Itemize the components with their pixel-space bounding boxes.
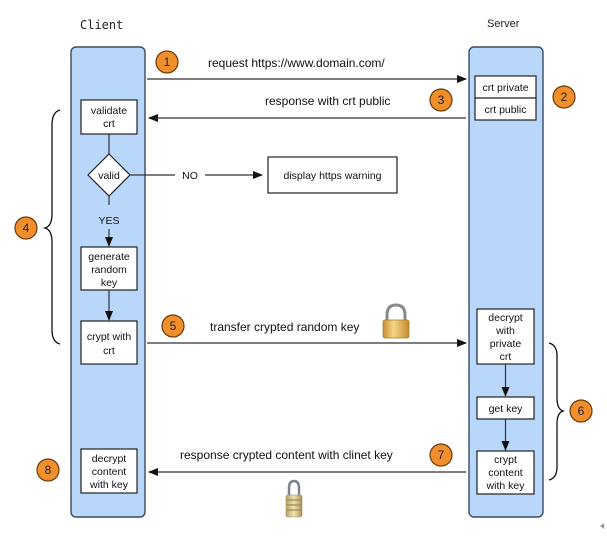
step-6-brace	[548, 342, 566, 481]
yes-label: YES	[98, 215, 119, 227]
svg-text:6: 6	[578, 404, 585, 418]
crt-private-label: crt private	[482, 82, 528, 94]
badge-7: 7	[429, 443, 453, 467]
message-response-crt: response with crt public	[265, 94, 390, 108]
decrypt-content-line3: with key	[89, 479, 129, 491]
https-handshake-diagram: Client Server 1 request https://www.doma…	[14, 18, 604, 529]
step-4-brace	[42, 109, 61, 345]
decrypt-content-line2: content	[92, 466, 127, 478]
combination-lock-icon	[285, 479, 303, 518]
generate-line3: key	[101, 277, 118, 289]
generate-line2: random	[91, 264, 127, 276]
padlock-icon	[382, 303, 410, 339]
svg-text:1: 1	[164, 55, 171, 69]
validate-crt-line1: validate	[91, 105, 127, 117]
svg-text:8: 8	[45, 463, 52, 477]
svg-text:2: 2	[561, 90, 568, 104]
badge-3: 3	[429, 88, 453, 112]
decrypt-private-line3: private	[490, 338, 522, 350]
decrypt-private-line2: with	[495, 325, 515, 337]
badge-4: 4	[14, 216, 38, 240]
svg-text:7: 7	[438, 448, 445, 462]
crypt-content-line2: content	[488, 467, 523, 479]
svg-text:4: 4	[23, 221, 30, 235]
badge-6: 6	[569, 399, 593, 423]
crypt-with-crt-line2: crt	[103, 345, 115, 357]
crypt-content-line3: with key	[486, 480, 526, 492]
message-request: request https://www.domain.com/	[208, 56, 385, 70]
edge-mark-icon	[600, 523, 604, 529]
https-warning-label: display https warning	[283, 170, 381, 182]
validate-crt-line2: crt	[103, 118, 115, 130]
message-transfer-key: transfer crypted random key	[210, 320, 359, 334]
svg-text:5: 5	[170, 319, 177, 333]
badge-2: 2	[552, 85, 576, 109]
crt-public-label: crt public	[484, 104, 526, 116]
badge-5: 5	[161, 314, 185, 338]
client-title: Client	[80, 18, 123, 32]
no-label: NO	[182, 170, 198, 182]
crypt-content-line1: crypt	[494, 454, 517, 466]
crypt-with-crt-line1: crypt with	[87, 331, 132, 343]
valid-label: valid	[98, 170, 120, 182]
badge-8: 8	[36, 458, 60, 482]
server-title: Server	[487, 18, 520, 30]
decrypt-private-line4: crt	[500, 351, 512, 363]
decrypt-content-line1: decrypt	[92, 453, 127, 465]
decrypt-private-line1: decrypt	[488, 312, 523, 324]
generate-line1: generate	[88, 251, 130, 263]
badge-1: 1	[155, 50, 179, 74]
get-key-label: get key	[489, 403, 524, 415]
svg-text:3: 3	[438, 93, 445, 107]
message-response-content: response crypted content with clinet key	[180, 448, 393, 462]
